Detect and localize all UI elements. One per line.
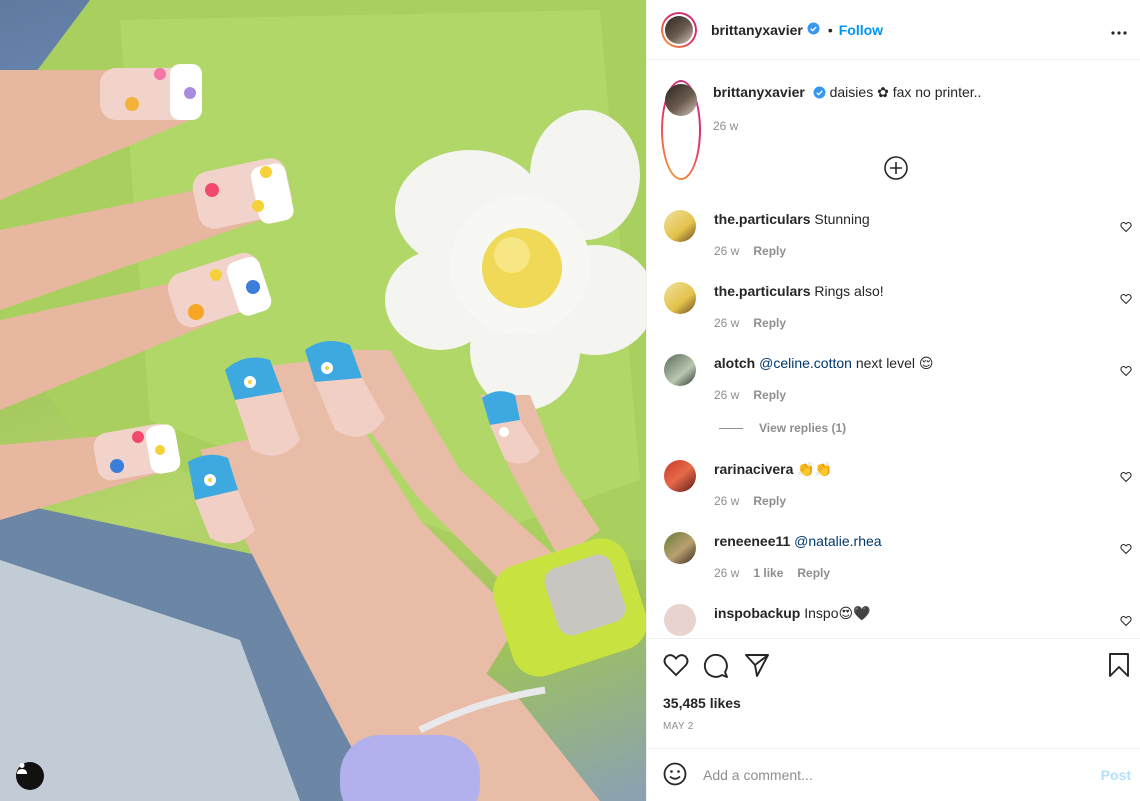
bookmark-icon[interactable] xyxy=(1108,653,1130,680)
author-username[interactable]: brittanyxavier xyxy=(711,22,803,38)
commenter-username[interactable]: the.particulars xyxy=(714,211,810,227)
author-avatar-ring[interactable] xyxy=(661,11,697,48)
caption-time: 26 w xyxy=(713,119,739,133)
post-comment-button[interactable]: Post xyxy=(1101,767,1131,783)
post-date: MAY 2 xyxy=(663,721,694,732)
comment-text: next level 😌 xyxy=(851,355,934,371)
send-icon[interactable] xyxy=(745,653,769,680)
comment-like-count[interactable]: 1 like xyxy=(753,566,783,580)
commenter-avatar[interactable] xyxy=(664,282,696,314)
commenter-username[interactable]: alotch xyxy=(714,355,755,371)
comment-like-heart-icon[interactable] xyxy=(1120,364,1132,380)
commenter-avatar[interactable] xyxy=(664,460,696,492)
comment-like-heart-icon[interactable] xyxy=(1120,614,1132,630)
view-replies-button[interactable]: View replies (1) xyxy=(719,421,846,435)
heart-icon[interactable] xyxy=(663,653,689,680)
reply-button[interactable]: Reply xyxy=(797,566,830,580)
comment-time: 26 w xyxy=(714,316,740,330)
post-header: brittanyxavier • Follow xyxy=(647,0,1140,60)
commenter-username[interactable]: reneenee11 xyxy=(714,533,790,549)
comment-mention[interactable]: @natalie.rhea xyxy=(790,533,881,549)
comments-list[interactable]: brittanyxavier daisies ✿ fax no printer.… xyxy=(647,60,1140,638)
verified-badge-icon xyxy=(813,85,826,103)
comment-input[interactable]: Add a comment... xyxy=(703,767,1101,783)
comment-text: Inspo😍🖤 xyxy=(800,605,871,621)
replies-divider xyxy=(719,427,743,429)
post-actions: 35,485 likes MAY 2 xyxy=(647,638,1140,748)
user-tag-icon[interactable] xyxy=(16,762,44,790)
commenter-avatar[interactable] xyxy=(664,354,696,386)
caption-avatar[interactable] xyxy=(665,84,697,116)
reply-button[interactable]: Reply xyxy=(753,244,786,258)
comment-time: 26 w xyxy=(714,494,740,508)
separator-dot: • xyxy=(827,21,833,38)
commenter-avatar[interactable] xyxy=(664,210,696,242)
comment-like-heart-icon[interactable] xyxy=(1120,470,1132,486)
comment-item: reneenee11 @natalie.rhea 26 w 1 like Reply xyxy=(664,532,1140,582)
comment-mention[interactable]: @celine.cotton xyxy=(755,355,852,371)
reply-button[interactable]: Reply xyxy=(753,388,786,402)
comment-like-heart-icon[interactable] xyxy=(1120,220,1132,236)
comment-item: the.particulars Rings also! 26 w Reply xyxy=(664,282,1140,332)
more-options-icon[interactable] xyxy=(1111,22,1127,38)
commenter-username[interactable]: the.particulars xyxy=(714,283,810,299)
comment-icon[interactable] xyxy=(703,653,729,682)
post-image[interactable] xyxy=(0,0,646,801)
comment-like-heart-icon[interactable] xyxy=(1120,292,1132,308)
commenter-username[interactable]: rarinacivera xyxy=(714,461,793,477)
comment-item: inspobackup Inspo😍🖤 xyxy=(664,604,1140,636)
comment-text: Stunning xyxy=(810,211,870,227)
comment-time: 26 w xyxy=(714,244,740,258)
add-comment-bar: Add a comment... Post xyxy=(647,748,1140,801)
post-side-panel: brittanyxavier • Follow brittanyxavier d… xyxy=(646,0,1140,801)
comment-item: alotch @celine.cotton next level 😌 26 w R… xyxy=(664,354,1140,404)
comment-item: the.particulars Stunning 26 w Reply xyxy=(664,210,1140,260)
comment-text: 👏👏 xyxy=(793,461,833,477)
emoji-icon[interactable] xyxy=(663,762,687,789)
reply-button[interactable]: Reply xyxy=(753,316,786,330)
plus-circle-icon[interactable] xyxy=(883,155,909,184)
post-photo-illustration xyxy=(0,0,646,801)
comment-item: rarinacivera 👏👏 26 w Reply xyxy=(664,460,1140,510)
author-avatar xyxy=(665,15,693,44)
comment-time: 26 w xyxy=(714,566,740,580)
caption-username[interactable]: brittanyxavier xyxy=(713,84,805,100)
comment-time: 26 w xyxy=(714,388,740,402)
verified-badge-icon xyxy=(807,22,820,38)
commenter-avatar[interactable] xyxy=(664,532,696,564)
caption-text: daisies ✿ fax no printer.. xyxy=(829,84,982,100)
comment-text: Rings also! xyxy=(810,283,884,299)
follow-button[interactable]: Follow xyxy=(839,22,883,38)
reply-button[interactable]: Reply xyxy=(753,494,786,508)
comment-like-heart-icon[interactable] xyxy=(1120,542,1132,558)
likes-count[interactable]: 35,485 likes xyxy=(663,695,741,711)
view-replies-label: View replies (1) xyxy=(759,421,847,435)
commenter-username[interactable]: inspobackup xyxy=(714,605,800,621)
commenter-avatar[interactable] xyxy=(664,604,696,636)
